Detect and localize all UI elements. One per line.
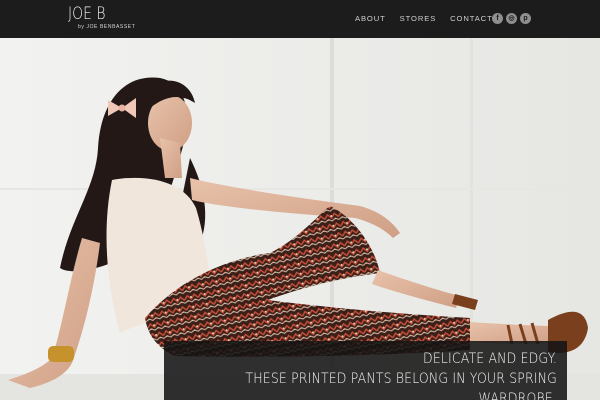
main-nav: ABOUT STORES CONTACT [355,14,507,24]
caption-headline: DELICATE AND EDGY. [423,351,557,367]
logo-text: JOE B [68,4,106,24]
instagram-icon[interactable]: ◎ [506,13,517,24]
nav-about-link[interactable]: ABOUT [355,14,386,24]
nav-stores-link[interactable]: STORES [400,14,437,24]
logo-subtitle: by JOE BENBASSET [78,24,136,30]
hero-caption: DELICATE AND EDGY. THESE PRINTED PANTS B… [164,341,567,400]
nav-contact-link[interactable]: CONTACT [450,14,492,24]
brand-logo[interactable]: JOE B by JOE BENBASSET [68,5,135,30]
site-header: JOE B by JOE BENBASSET ABOUT STORES CONT… [0,0,600,38]
caption-subline: THESE PRINTED PANTS BELONG IN YOUR SPRIN… [245,371,557,400]
facebook-icon[interactable]: f [492,13,503,24]
pinterest-icon[interactable]: p [520,13,531,24]
social-links: f ◎ p [492,13,531,24]
